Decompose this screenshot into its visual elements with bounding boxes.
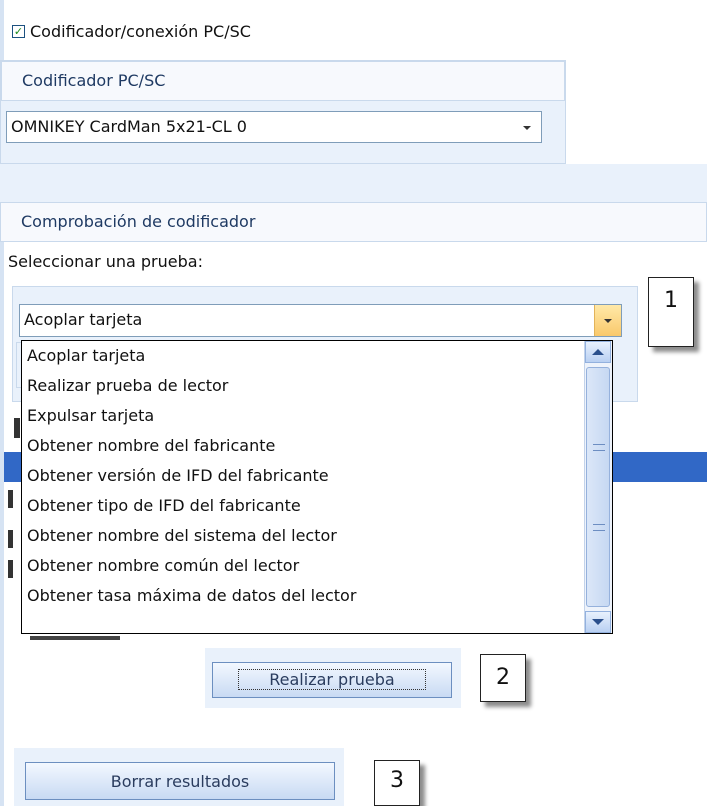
scroll-down-button[interactable] [585, 611, 611, 633]
run-test-button[interactable]: Realizar prueba [212, 662, 452, 698]
test-group-title: Comprobación de codificador [21, 212, 256, 231]
list-item[interactable]: Obtener tasa máxima de datos del lector [22, 581, 582, 611]
list-item[interactable]: Obtener nombre del sistema del lector [22, 521, 582, 551]
test-dropdown-list[interactable]: Acoplar tarjeta Realizar prueba de lecto… [21, 340, 613, 634]
callout-3: 3 [374, 760, 420, 806]
run-test-button-label: Realizar prueba [238, 669, 426, 690]
chevron-down-icon [592, 619, 604, 625]
grip-icon [593, 524, 605, 531]
test-group-header: Comprobación de codificador [0, 202, 707, 242]
scroll-up-button[interactable] [585, 341, 611, 363]
dropdown-scrollbar[interactable] [584, 341, 612, 633]
select-test-label: Seleccionar una prueba: [8, 252, 203, 271]
callout-2-number: 2 [496, 665, 510, 690]
list-item[interactable]: Obtener tipo de IFD del fabricante [22, 491, 582, 521]
checkmark-icon: ✓ [13, 25, 24, 38]
clear-results-button[interactable]: Borrar resultados [25, 762, 335, 800]
chevron-down-icon [523, 126, 531, 130]
test-options: Acoplar tarjeta Realizar prueba de lecto… [22, 341, 582, 611]
results-row-3 [8, 560, 13, 578]
clear-results-button-label: Borrar resultados [110, 772, 250, 791]
results-list-label [14, 418, 20, 438]
pane-gap [0, 164, 707, 202]
callout-1-number: 1 [664, 288, 678, 313]
pcsc-group-header: Codificador PC/SC [1, 61, 565, 101]
list-item[interactable]: Obtener nombre común del lector [22, 551, 582, 581]
dropdown-button[interactable] [594, 305, 621, 336]
results-row-1 [8, 490, 13, 508]
pcsc-group-title: Codificador PC/SC [22, 71, 166, 90]
list-item[interactable]: Realizar prueba de lector [22, 371, 582, 401]
connection-checkbox-row[interactable]: ✓ Codificador/conexión PC/SC [12, 22, 251, 41]
list-item[interactable]: Obtener versión de IFD del fabricante [22, 461, 582, 491]
grip-icon [593, 444, 605, 451]
list-item[interactable]: Obtener nombre del fabricante [22, 431, 582, 461]
callout-2: 2 [480, 654, 526, 702]
chevron-up-icon [592, 349, 604, 355]
callout-3-number: 3 [390, 768, 404, 793]
encoder-select[interactable]: OMNIKEY CardMan 5x21-CL 0 [6, 111, 542, 143]
connection-checkbox-label: Codificador/conexión PC/SC [30, 22, 251, 41]
connection-checkbox[interactable]: ✓ [12, 25, 25, 38]
callout-1: 1 [648, 277, 694, 347]
results-row-2 [8, 530, 13, 548]
encoder-select-value: OMNIKEY CardMan 5x21-CL 0 [11, 117, 247, 136]
list-item[interactable]: Expulsar tarjeta [22, 401, 582, 431]
test-select[interactable]: Acoplar tarjeta [19, 304, 622, 337]
scroll-thumb[interactable] [586, 367, 610, 607]
list-item[interactable]: Acoplar tarjeta [22, 341, 582, 371]
test-select-value: Acoplar tarjeta [24, 310, 143, 329]
chevron-down-icon [604, 318, 612, 323]
